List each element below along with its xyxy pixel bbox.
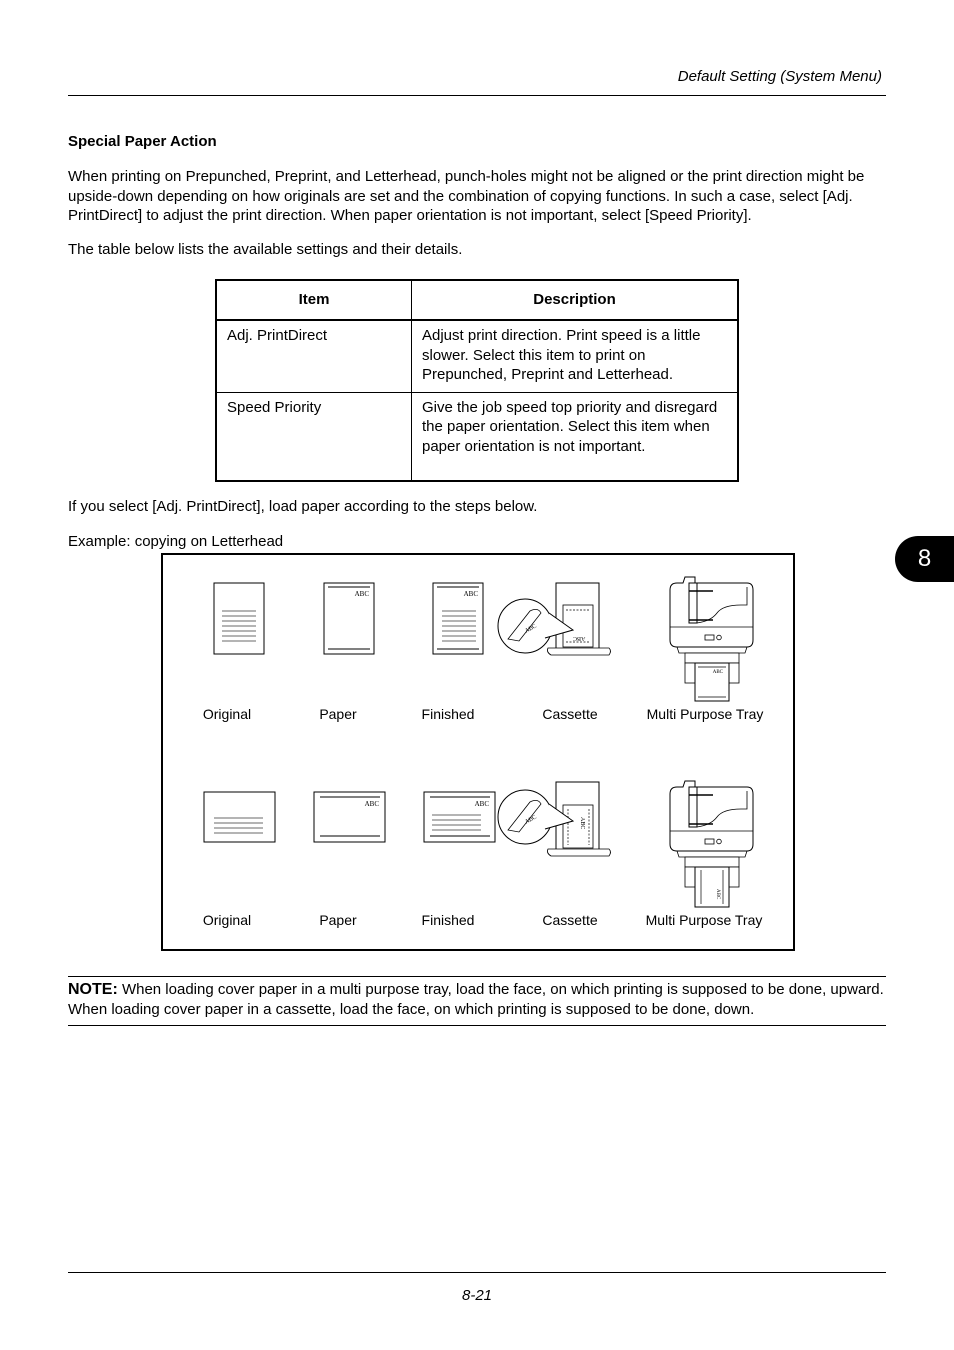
original-landscape-icon [203,791,276,843]
original-portrait-icon [213,582,265,655]
figure-label-paper: Paper [319,912,357,928]
section-title: Special Paper Action [68,133,217,150]
note-top-divider [68,976,886,977]
cell-item: Speed Priority [215,391,412,482]
page-number: 8-21 [461,1287,493,1304]
running-header: Default Setting (System Menu) [677,68,882,85]
letterhead-text: ABC [475,800,490,808]
footer-divider [68,1272,886,1273]
note-text: When loading cover paper in a multi purp… [68,981,884,1018]
finished-landscape-icon: ABC [423,791,496,843]
printer-mp-tray-landscape-icon: ABC [669,780,754,908]
cell-item: Adj. PrintDirect [215,319,412,393]
chapter-tab: 8 [895,536,954,582]
loading-figure: ABC ABC ABC ABC ABC Original Paper Finis… [161,553,795,951]
cell-description: Give the job speed top priority and disr… [411,391,739,482]
cassette-landscape-icon: ABC ABC [497,781,611,857]
instruction-text: If you select [Adj. PrintDirect], load p… [68,498,538,515]
figure-label-original: Original [203,912,251,928]
svg-text:ABC: ABC [715,889,720,900]
letterhead-paper-portrait-icon: ABC [323,582,375,655]
header-divider [68,95,886,96]
table-row: Adj. PrintDirect Adjust print direction.… [215,319,739,393]
letterhead-paper-landscape-icon: ABC [313,791,386,843]
example-label: Example: copying on Letterhead [68,533,284,550]
settings-table: Item Description Adj. PrintDirect Adjust… [215,279,739,482]
svg-text:ABC: ABC [713,670,724,675]
table-header-row: Item Description [215,279,739,321]
svg-text:ABC: ABC [579,817,585,829]
intro-paragraph: When printing on Prepunched, Preprint, a… [68,168,865,224]
table-row: Speed Priority Give the job speed top pr… [215,391,739,482]
letterhead-text: ABC [355,590,370,598]
figure-label-cassette: Cassette [542,706,597,722]
column-header-description: Description [411,279,739,321]
svg-text:ABC: ABC [573,635,585,641]
figure-label-cassette: Cassette [542,912,597,928]
column-header-item: Item [215,279,412,321]
loading-diagram: ABC ABC ABC ABC ABC Original Paper Finis… [203,576,764,928]
figure-label-finished: Finished [422,706,475,722]
letterhead-text: ABC [365,800,380,808]
cassette-portrait-icon: ABC ABC [497,582,611,656]
note-label: NOTE: [68,981,118,998]
note-block: NOTE: When loading cover paper in a mult… [68,980,888,1019]
finished-portrait-icon: ABC [432,582,484,655]
printer-mp-tray-portrait-icon: ABC [669,576,754,702]
figure-label-original: Original [203,706,251,722]
figure-label-mp-tray: Multi Purpose Tray [647,706,764,722]
letterhead-text: ABC [464,590,479,598]
figure-label-finished: Finished [422,912,475,928]
note-bottom-divider [68,1025,886,1026]
cell-description: Adjust print direction. Print speed is a… [411,319,739,393]
figure-label-mp-tray: Multi Purpose Tray [646,912,763,928]
figure-label-paper: Paper [319,706,357,722]
table-intro: The table below lists the available sett… [68,241,463,258]
